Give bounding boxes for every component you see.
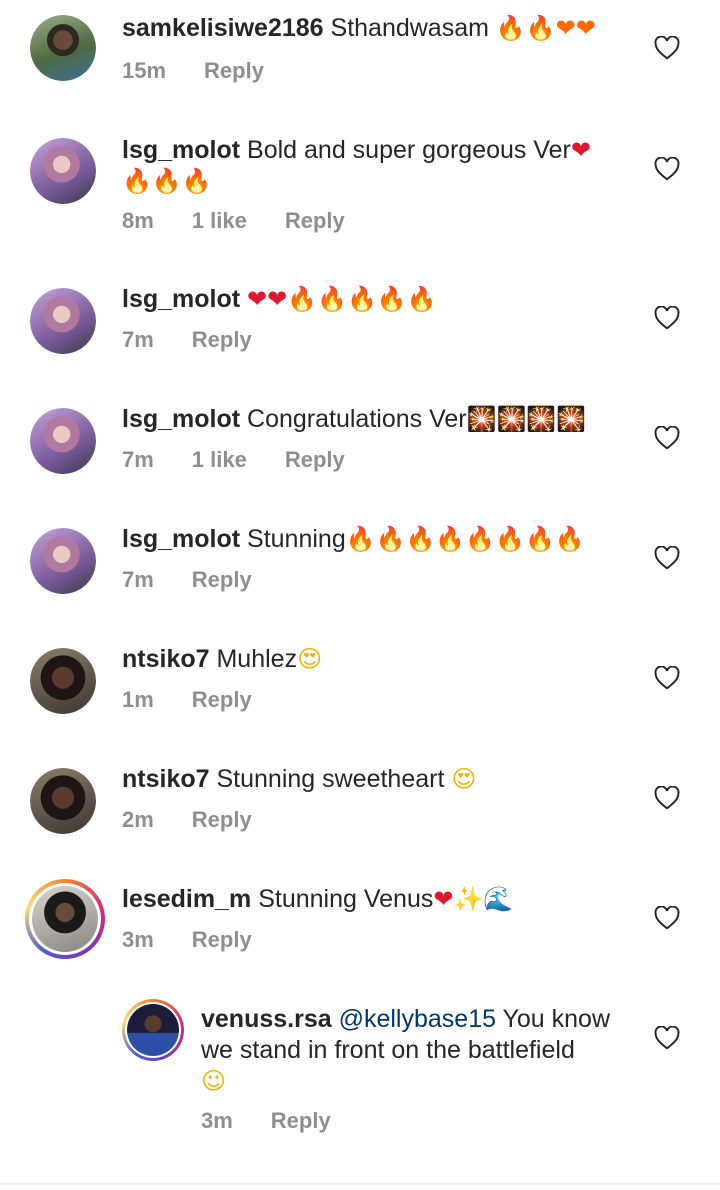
reply-button[interactable]: Reply bbox=[285, 208, 345, 234]
comment-time: 3m bbox=[201, 1108, 233, 1133]
comment-emoji: 🎇🎇🎇🎇 bbox=[466, 405, 587, 433]
bottom-divider bbox=[0, 1183, 720, 1185]
heart-icon[interactable] bbox=[654, 157, 680, 181]
comment-emoji: 🔥🔥❤❤ bbox=[495, 14, 596, 42]
comment-username[interactable]: ntsiko7 bbox=[122, 765, 210, 793]
avatar-story-ring[interactable] bbox=[25, 879, 105, 959]
comment-time: 2m bbox=[122, 807, 154, 832]
comment-username[interactable]: lsg_molot bbox=[122, 285, 240, 313]
comment-username[interactable]: lsg_molot bbox=[122, 405, 240, 433]
comment-emoji: 😍 bbox=[451, 765, 477, 793]
avatar[interactable] bbox=[30, 15, 96, 81]
avatar[interactable] bbox=[30, 408, 96, 474]
comment-time: 1m bbox=[122, 687, 154, 712]
reply-button[interactable]: Reply bbox=[192, 327, 252, 353]
comment-time: 3m bbox=[122, 927, 154, 952]
reply-button[interactable]: Reply bbox=[285, 447, 345, 473]
comment-emoji: ❤❤🔥🔥🔥🔥🔥 bbox=[247, 285, 437, 313]
reply-button[interactable]: Reply bbox=[192, 567, 252, 593]
avatar[interactable] bbox=[30, 528, 96, 594]
reply-button[interactable]: Reply bbox=[192, 687, 252, 713]
reply-button[interactable]: Reply bbox=[192, 927, 252, 953]
reply-button[interactable]: Reply bbox=[271, 1108, 331, 1134]
reply-button[interactable]: Reply bbox=[192, 807, 252, 833]
comment-text: Bold and super gorgeous Ver bbox=[247, 136, 571, 164]
comment-text: Stunning bbox=[247, 525, 346, 553]
comment-time: 15m bbox=[122, 58, 167, 83]
comment-username[interactable]: samkelisiwe2186 bbox=[122, 14, 324, 42]
comment-username[interactable]: lsg_molot bbox=[122, 525, 240, 553]
heart-icon[interactable] bbox=[654, 426, 680, 450]
heart-icon[interactable] bbox=[654, 1026, 680, 1050]
likes-count[interactable]: 1 like bbox=[192, 447, 247, 473]
comment-username[interactable]: lsg_molot bbox=[122, 136, 240, 164]
avatar[interactable] bbox=[30, 288, 96, 354]
comment-emoji: 😍 bbox=[297, 645, 323, 673]
comment-time: 8m bbox=[122, 208, 154, 233]
heart-icon[interactable] bbox=[654, 36, 680, 60]
comment-emoji: ❤✨🌊 bbox=[433, 885, 514, 913]
heart-icon[interactable] bbox=[654, 666, 680, 690]
heart-icon[interactable] bbox=[654, 786, 680, 810]
comment-username[interactable]: lesedim_m bbox=[122, 885, 251, 913]
comment-text: Congratulations Ver bbox=[247, 405, 467, 433]
comment-emoji: 🔥🔥🔥🔥🔥🔥🔥🔥 bbox=[345, 525, 585, 553]
comment-username[interactable]: venuss.rsa bbox=[201, 1005, 332, 1033]
comment-text: Sthandwasam bbox=[330, 14, 489, 42]
comment-username[interactable]: ntsiko7 bbox=[122, 645, 210, 673]
comment-emoji: 🔥🔥🔥 bbox=[122, 167, 212, 195]
avatar-story-ring[interactable] bbox=[122, 999, 184, 1061]
heart-icon[interactable] bbox=[654, 546, 680, 570]
mention-link[interactable]: @kellybase15 bbox=[339, 1005, 496, 1033]
comment-time: 7m bbox=[122, 327, 154, 352]
comment-emoji: ☺ bbox=[201, 1067, 227, 1095]
comment-text: Stunning sweetheart bbox=[216, 765, 445, 793]
heart-icon[interactable] bbox=[654, 906, 680, 930]
avatar[interactable] bbox=[30, 138, 96, 204]
avatar[interactable] bbox=[30, 768, 96, 834]
comment-time: 7m bbox=[122, 567, 154, 592]
reply-button[interactable]: Reply bbox=[204, 58, 264, 84]
likes-count[interactable]: 1 like bbox=[192, 208, 247, 234]
heart-icon[interactable] bbox=[654, 306, 680, 330]
avatar[interactable] bbox=[30, 648, 96, 714]
comment-text: Stunning Venus bbox=[258, 885, 434, 913]
comment-emoji: ❤ bbox=[570, 136, 591, 164]
comment-time: 7m bbox=[122, 447, 154, 472]
comment-text: Muhlez bbox=[216, 645, 298, 673]
